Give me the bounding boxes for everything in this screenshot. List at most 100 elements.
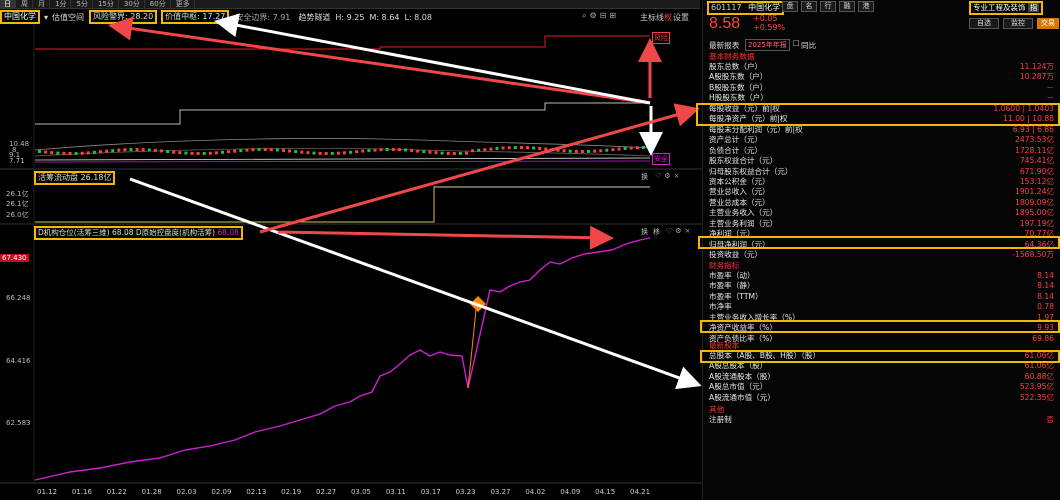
float-share-line [35, 186, 650, 223]
risk-tag: 风险 [652, 32, 670, 44]
tab-hang[interactable]: 行 [820, 1, 836, 12]
candle-mark [458, 151, 462, 155]
candle-mark [641, 146, 645, 150]
inst-position-title: D机构仓位(活筹三维) 68.08 D原始控盘度(机构活筹) 68.08 [34, 226, 243, 240]
candle-mark [611, 148, 615, 152]
main-ytick-4: 7.71 [9, 157, 25, 165]
candle-mark [483, 148, 487, 152]
last-price: 8.58 [709, 15, 741, 32]
candle-mark [526, 146, 529, 150]
settings-icon[interactable]: ⚙ [664, 172, 673, 180]
basic-label: 营业总收入（元） [709, 187, 770, 197]
candle-mark [160, 149, 163, 153]
candle-mark [257, 148, 261, 152]
basic-value: 10.287万 [1019, 72, 1054, 82]
candle-mark [623, 146, 627, 150]
price-change-pct: +0.59% [753, 23, 786, 32]
candle-mark [373, 148, 377, 152]
price-change: +0.05 [753, 14, 778, 23]
candle-mark [147, 148, 151, 152]
tab-ming[interactable]: 名 [801, 1, 817, 12]
highlight-eps-bvps [696, 103, 1060, 126]
annotation-arrow-white-1 [214, 13, 651, 105]
candle-mark [202, 151, 206, 155]
sub1-ytick-1: 26.1亿 [6, 190, 29, 198]
candle-mark [172, 150, 176, 154]
basic-row: 股东权益合计（元） 745.41亿 [709, 156, 1054, 165]
basic-label: 主营业务利润（元） [709, 218, 778, 228]
candle-mark [141, 148, 145, 152]
basic-row: 主营业务利润（元） 197.19亿 [709, 219, 1054, 228]
x-tick-label: 01.12 [37, 488, 58, 496]
candle-mark [99, 150, 102, 154]
candle-mark [428, 150, 432, 154]
candle-mark [477, 148, 481, 152]
stock-code: 601117 [711, 3, 742, 12]
candle-mark [300, 150, 304, 154]
candle-mark [391, 148, 395, 152]
tab-rong[interactable]: 融 [839, 1, 855, 12]
candle-mark [190, 151, 194, 155]
report-year-select[interactable]: 2025年年报 [745, 39, 790, 51]
basic-value: 671.90亿 [1019, 166, 1054, 176]
stock-quote-header: 601117 中国化学 [707, 1, 785, 15]
close-icon[interactable]: × [685, 227, 694, 235]
heart-icon[interactable]: ♡ [666, 227, 675, 235]
compare-checkbox-box[interactable]: ☐ [793, 39, 800, 48]
ratio-row: 市盈率（动） 8.14 [709, 271, 1054, 280]
trade-button[interactable]: 交易 [1037, 18, 1059, 29]
candle-mark [306, 151, 310, 155]
candle-mark [196, 151, 200, 155]
monitor-button[interactable]: 监控 [1003, 18, 1033, 29]
candle-mark [355, 150, 359, 154]
candle-mark [111, 149, 115, 153]
ratio-value: 8.14 [1037, 291, 1054, 301]
sub2-move-button[interactable]: 移 [653, 227, 660, 237]
candle-mark [245, 148, 249, 152]
sub1-switch-button[interactable]: 换 [641, 172, 648, 182]
candle-mark [452, 151, 456, 155]
candle-mark [568, 149, 572, 153]
x-tick-label: 04.09 [560, 488, 581, 496]
ratio-row: 市盈率（TTM） 8.14 [709, 292, 1054, 301]
candle-mark [184, 151, 188, 155]
close-icon[interactable]: × [674, 172, 683, 180]
inst-value-2: 68.08 [217, 228, 239, 237]
basic-label: 每股未分配利润（元）前|权 [709, 124, 803, 134]
basic-label: 营业总成本（元） [709, 197, 770, 207]
candle-mark [123, 148, 127, 152]
candle-mark [68, 151, 72, 155]
tab-gang[interactable]: 港 [858, 1, 874, 12]
candle-mark [275, 148, 279, 152]
candle-mark [532, 146, 536, 150]
candle-mark [92, 150, 96, 154]
candle-mark [263, 148, 267, 152]
candle-mark [214, 151, 218, 155]
settings-icon[interactable]: ⚙ [675, 227, 684, 235]
tab-pan[interactable]: 盘 [782, 1, 798, 12]
risk-line [35, 35, 650, 50]
sub2-ytick-4: 62.583 [6, 419, 31, 427]
annotation-arrow-red-long [259, 103, 700, 234]
candle-mark [367, 149, 371, 153]
basic-label: 股东权益合计（元） [709, 156, 778, 166]
sub2-switch-button[interactable]: 换 [641, 227, 648, 237]
industry-box[interactable]: 专业工程及装饰 指 [969, 1, 1044, 15]
candle-mark [221, 150, 224, 154]
add-watchlist-button[interactable]: 自选 [969, 18, 999, 29]
candle-mark [208, 151, 212, 155]
candle-mark [318, 151, 322, 155]
basic-row: 每股未分配利润（元）前|权 6.93 | 6.86 [709, 125, 1054, 134]
capital-row: A股流通股本（股） 60.88亿 [709, 372, 1054, 381]
basic-value: 153.12亿 [1019, 176, 1054, 186]
ratio-row: 市盈率（静） 8.14 [709, 281, 1054, 290]
x-tick-label: 02.03 [176, 488, 197, 496]
x-tick-label: 01.28 [141, 488, 162, 496]
candle-mark [38, 150, 41, 153]
compare-label: 同比 [801, 41, 817, 50]
sub1-ytick-2: 26.1亿 [6, 200, 29, 208]
heart-icon[interactable]: ♡ [655, 172, 664, 180]
candle-mark [379, 148, 383, 152]
candle-mark [397, 148, 401, 152]
inst-position-jump [467, 303, 479, 389]
